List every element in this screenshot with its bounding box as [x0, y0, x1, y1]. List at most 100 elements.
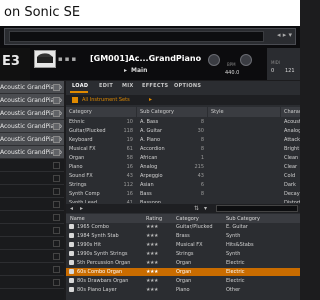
- table-row[interactable]: 5th Percussion Organ ★★★ Organ Electric: [66, 259, 300, 267]
- dropdown-arrow-icon[interactable]: ▸: [149, 96, 152, 103]
- filter-icon[interactable]: ▾: [204, 205, 207, 212]
- list-item-count: 8: [200, 137, 204, 143]
- results-list: 1965 Combo ★★★ Guitar/Plucked E. Guitar 1984…: [66, 223, 300, 300]
- instrument-slot[interactable]: Acoustic GrandPiano: [0, 94, 64, 107]
- subcategory-list: A. Bass 8 A. Guitar 30 A. Piano 8 Accordion 8 Af…: [137, 117, 207, 203]
- subcategory-column-header[interactable]: Sub Category: [137, 107, 207, 117]
- list-item-name: Musical FX: [69, 146, 96, 152]
- instrument-set-filter[interactable]: All Instrument Sets ▸: [66, 95, 300, 105]
- table-row[interactable]: 60s Combo Organ ★★★ Organ Electric: [66, 268, 300, 276]
- row-rating: ★★★: [146, 251, 158, 257]
- slot-select-box[interactable]: [53, 227, 60, 234]
- style-column-header[interactable]: Style: [208, 107, 280, 117]
- row-category: Organ: [176, 260, 192, 266]
- instrument-slot[interactable]: [0, 159, 64, 172]
- list-item-name: Synth Comp: [69, 191, 100, 197]
- slot-select-box[interactable]: [53, 253, 60, 260]
- slot-select-box[interactable]: [53, 188, 60, 195]
- list-item[interactable]: Synth Lead 41: [66, 198, 136, 203]
- slot-select-box[interactable]: [53, 240, 60, 247]
- table-row[interactable]: 1990s Synth Strings ★★★ Strings Synth: [66, 250, 300, 258]
- slot-select-box[interactable]: [53, 279, 60, 286]
- row-category: Musical FX: [176, 242, 203, 248]
- instrument-slot[interactable]: Acoustic GrandPiano: [0, 133, 64, 146]
- list-item-name: Distorted: [284, 200, 300, 203]
- window-title: on Sonic SE: [4, 5, 81, 20]
- forward-icon[interactable]: ▸: [80, 205, 83, 212]
- pan-knob[interactable]: [240, 54, 252, 66]
- tab-options[interactable]: OPTIONS: [174, 83, 201, 89]
- slot-select-box[interactable]: [53, 97, 60, 104]
- tab-load[interactable]: LOAD: [72, 83, 88, 89]
- character-column-header[interactable]: Characte: [281, 107, 300, 117]
- table-row[interactable]: 1990s Hit ★★★ Musical FX Hits&Stabs: [66, 241, 300, 249]
- instrument-slot[interactable]: [0, 250, 64, 263]
- list-item-count: 8: [200, 191, 204, 197]
- table-row[interactable]: 80s Piano Layer ★★★ Piano Other: [66, 286, 300, 294]
- instrument-slot[interactable]: [0, 276, 64, 289]
- filter-checkbox[interactable]: [72, 97, 78, 103]
- instrument-slot[interactable]: [0, 263, 64, 276]
- search-nav-buttons[interactable]: ◂ ▸ ▾: [277, 31, 292, 39]
- meter-right-value: 121: [285, 68, 295, 74]
- category-column-header[interactable]: Category: [66, 107, 136, 117]
- slot-control-icons[interactable]: ▪▪▪: [58, 55, 78, 63]
- name-header[interactable]: Name: [70, 216, 85, 222]
- rating-header[interactable]: Rating: [146, 216, 162, 222]
- row-subcategory: Electric: [226, 278, 245, 284]
- slot-select-box[interactable]: [53, 110, 60, 117]
- row-subcategory: Electric: [226, 269, 245, 275]
- row-name: 1990s Hit: [77, 242, 102, 248]
- instrument-slot[interactable]: [0, 224, 64, 237]
- slot-select-box[interactable]: [53, 123, 60, 130]
- preset-search-input[interactable]: [9, 31, 264, 42]
- slot-select-box[interactable]: [53, 84, 60, 91]
- volume-knob[interactable]: [208, 54, 220, 66]
- list-item[interactable]: Bassoon: [137, 198, 207, 203]
- slot-select-box[interactable]: [53, 201, 60, 208]
- tab-bar: LOAD EDIT MIX EFFECTS OPTIONS: [66, 81, 300, 93]
- instrument-slot[interactable]: [0, 237, 64, 250]
- results-search-input[interactable]: [216, 205, 298, 212]
- slot-select-box[interactable]: [53, 136, 60, 143]
- tab-mix[interactable]: MIX: [122, 83, 134, 89]
- list-item-name: Cold: [284, 173, 296, 179]
- tab-effects[interactable]: EFFECTS: [142, 83, 168, 89]
- table-row[interactable]: 1965 Combo ★★★ Guitar/Plucked E. Guitar: [66, 223, 300, 231]
- output-selector[interactable]: ▸ Main: [124, 67, 147, 74]
- instrument-slot[interactable]: Acoustic GrandPiano: [0, 146, 64, 159]
- lock-icon[interactable]: ▪: [58, 55, 65, 63]
- instrument-slot[interactable]: Acoustic GrandPiano: [0, 107, 64, 120]
- slot-select-box[interactable]: [53, 214, 60, 221]
- list-item-count: 1: [200, 155, 204, 161]
- instrument-slot[interactable]: [0, 198, 64, 211]
- instrument-slot[interactable]: Acoustic GrandPiano: [0, 120, 64, 133]
- menu-icon[interactable]: ▪: [72, 55, 79, 63]
- tab-edit[interactable]: EDIT: [99, 83, 113, 89]
- instrument-slot[interactable]: Acoustic GrandPiano: [0, 81, 64, 94]
- solo-icon[interactable]: ▪: [65, 55, 72, 63]
- subcategory-header[interactable]: Sub Category: [226, 216, 260, 222]
- sort-icon[interactable]: ⇅: [194, 205, 199, 212]
- instrument-slot[interactable]: [0, 211, 64, 224]
- row-category: Organ: [176, 278, 192, 284]
- current-preset-name[interactable]: [GM001]Ac...GrandPiano: [90, 54, 201, 63]
- slot-select-box[interactable]: [53, 175, 60, 182]
- slot-select-box[interactable]: [53, 162, 60, 169]
- list-item-count: 6: [200, 182, 204, 188]
- list-item-name: Synth Lead: [69, 200, 98, 203]
- instrument-icon: [69, 224, 74, 229]
- table-row[interactable]: 1984 Synth Stab ★★★ Brass Synth: [66, 232, 300, 240]
- instrument-slot[interactable]: [0, 172, 64, 185]
- back-icon[interactable]: ◂: [70, 205, 73, 212]
- table-row[interactable]: 80s Drawbars Organ ★★★ Organ Electric: [66, 277, 300, 285]
- instrument-slot-list: Acoustic GrandPiano Acoustic GrandPiano Ac…: [0, 81, 64, 300]
- row-category: Strings: [176, 251, 194, 257]
- list-item[interactable]: Distorted: [281, 198, 300, 203]
- slot-select-box[interactable]: [53, 149, 60, 156]
- tempo-value[interactable]: 440.0: [225, 70, 239, 76]
- instrument-slot[interactable]: [0, 185, 64, 198]
- row-category: Brass: [176, 233, 190, 239]
- slot-select-box[interactable]: [53, 266, 60, 273]
- category-header[interactable]: Category: [176, 216, 199, 222]
